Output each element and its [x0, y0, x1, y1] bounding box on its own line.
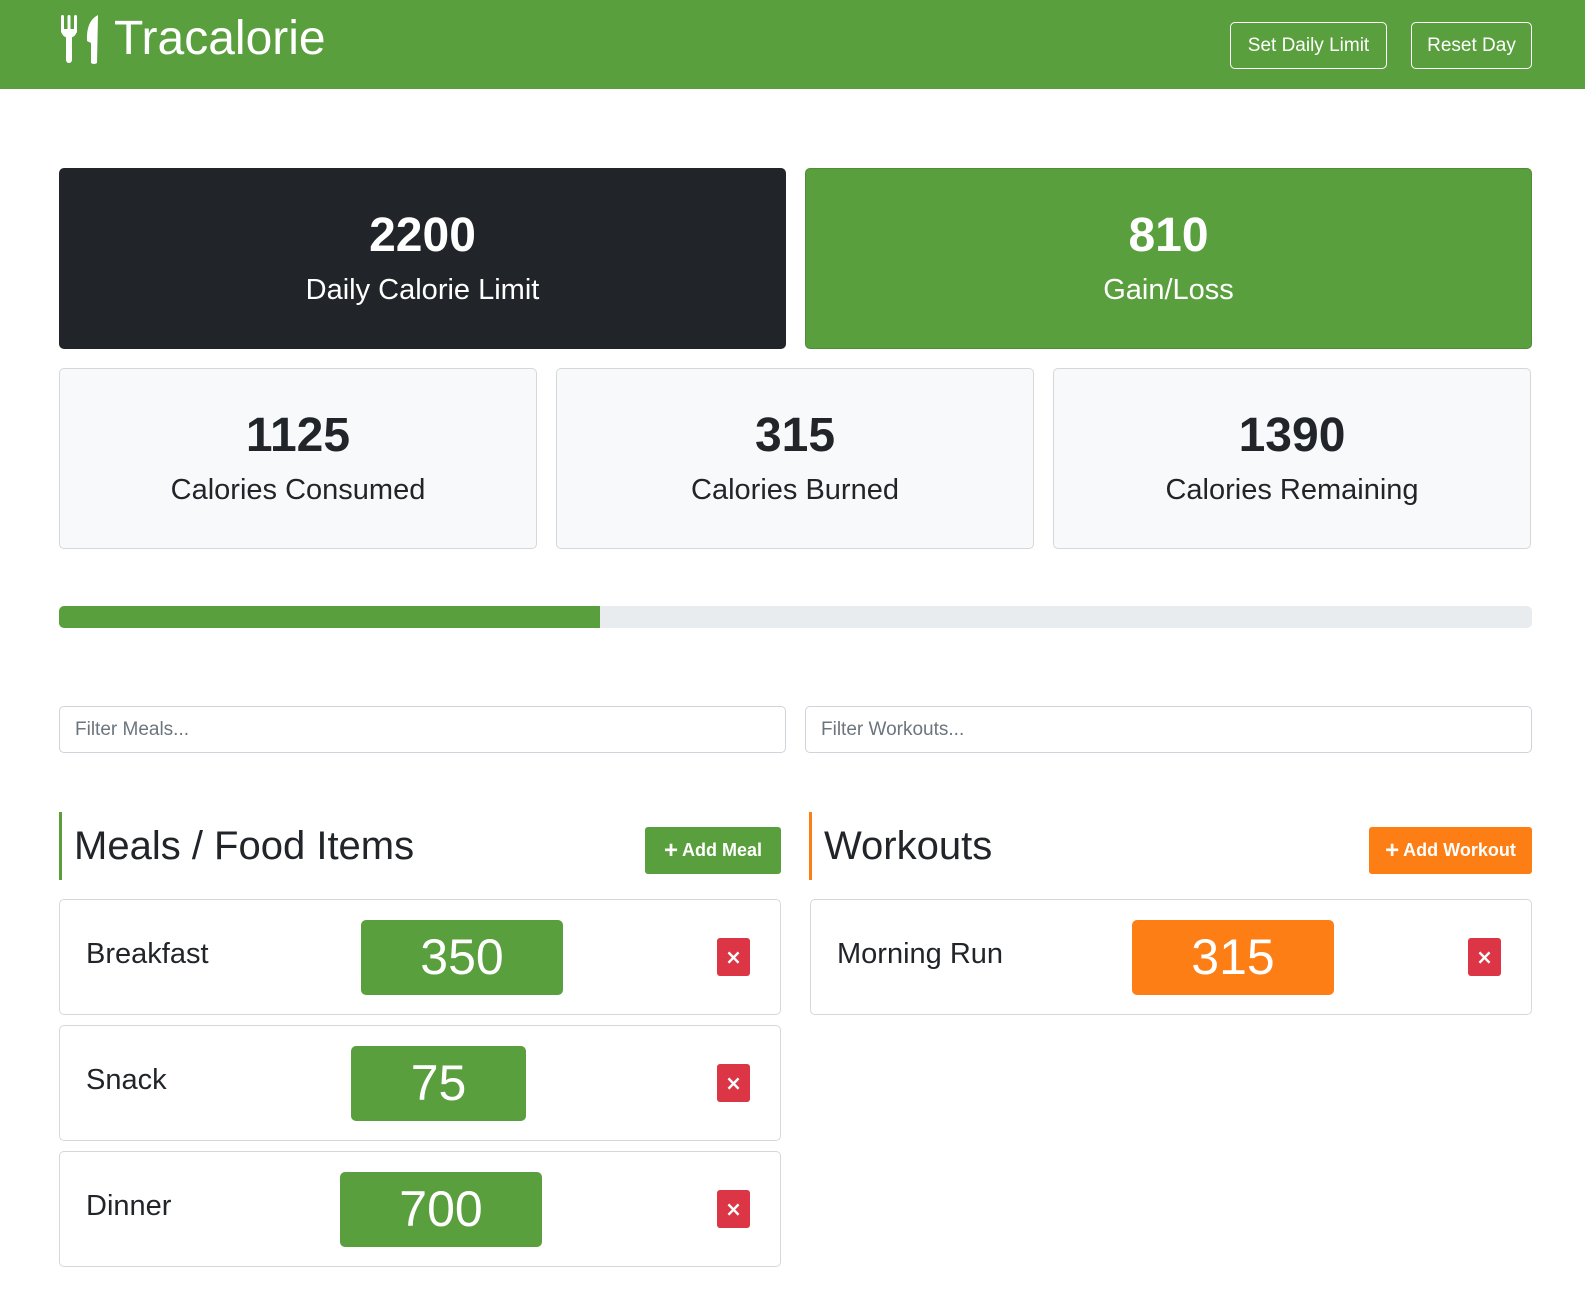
meal-item-name: Dinner [86, 1190, 172, 1222]
calories-consumed-card: 1125 Calories Consumed [59, 368, 537, 549]
app-title: Tracalorie [114, 12, 326, 65]
meal-item: Snack 75 × [59, 1025, 781, 1141]
utensils-icon [61, 15, 98, 64]
meal-item-calories: 700 [340, 1172, 542, 1247]
calories-remaining-card: 1390 Calories Remaining [1053, 368, 1531, 549]
gain-loss-label: Gain/Loss [1103, 273, 1234, 306]
meals-section-header: Meals / Food Items + Add Meal [59, 812, 781, 880]
calories-burned-card: 315 Calories Burned [556, 368, 1034, 549]
add-workout-button[interactable]: + Add Workout [1369, 827, 1532, 874]
delete-meal-button[interactable]: × [717, 1190, 750, 1228]
calorie-progress-bar [59, 606, 600, 628]
daily-limit-value: 2200 [369, 208, 476, 262]
daily-limit-label: Daily Calorie Limit [305, 273, 540, 306]
reset-day-button[interactable]: Reset Day [1411, 22, 1532, 69]
workout-item: Morning Run 315 × [810, 899, 1532, 1015]
workout-item-name: Morning Run [837, 938, 1004, 970]
workouts-section-header: Workouts + Add Workout [809, 812, 1532, 880]
plus-icon: + [1385, 836, 1400, 864]
set-daily-limit-button[interactable]: Set Daily Limit [1230, 22, 1387, 69]
add-workout-label: Add Workout [1403, 840, 1516, 860]
meal-item-name: Snack [86, 1064, 167, 1096]
meal-item-calories: 350 [361, 920, 563, 995]
plus-icon: + [663, 836, 678, 864]
meal-item-calories: 75 [351, 1046, 526, 1121]
calories-burned-value: 315 [754, 408, 836, 462]
gain-loss-card: 810 Gain/Loss [805, 168, 1532, 349]
delete-meal-button[interactable]: × [717, 1064, 750, 1102]
calories-remaining-value: 1390 [1238, 408, 1346, 462]
meal-item: Breakfast 350 × [59, 899, 781, 1015]
delete-workout-button[interactable]: × [1468, 938, 1501, 976]
calories-burned-label: Calories Burned [691, 473, 899, 506]
calories-consumed-value: 1125 [245, 408, 351, 462]
delete-meal-button[interactable]: × [717, 938, 750, 976]
meals-heading: Meals / Food Items [74, 824, 415, 868]
navbar: Tracalorie Set Daily Limit Reset Day [0, 0, 1585, 89]
workout-item-calories: 315 [1132, 920, 1334, 995]
meal-item: Dinner 700 × [59, 1151, 781, 1267]
add-meal-label: Add Meal [682, 840, 763, 860]
calories-remaining-label: Calories Remaining [1165, 473, 1419, 506]
filter-workouts-input[interactable] [805, 706, 1532, 753]
filter-meals-input[interactable] [59, 706, 786, 753]
daily-limit-card: 2200 Daily Calorie Limit [59, 168, 786, 349]
calorie-progress [59, 606, 1532, 628]
add-meal-button[interactable]: + Add Meal [645, 827, 781, 874]
workouts-heading: Workouts [824, 824, 993, 868]
brand[interactable]: Tracalorie [58, 10, 326, 68]
meal-item-name: Breakfast [86, 938, 209, 970]
calories-consumed-label: Calories Consumed [170, 473, 426, 506]
gain-loss-value: 810 [1128, 208, 1209, 262]
